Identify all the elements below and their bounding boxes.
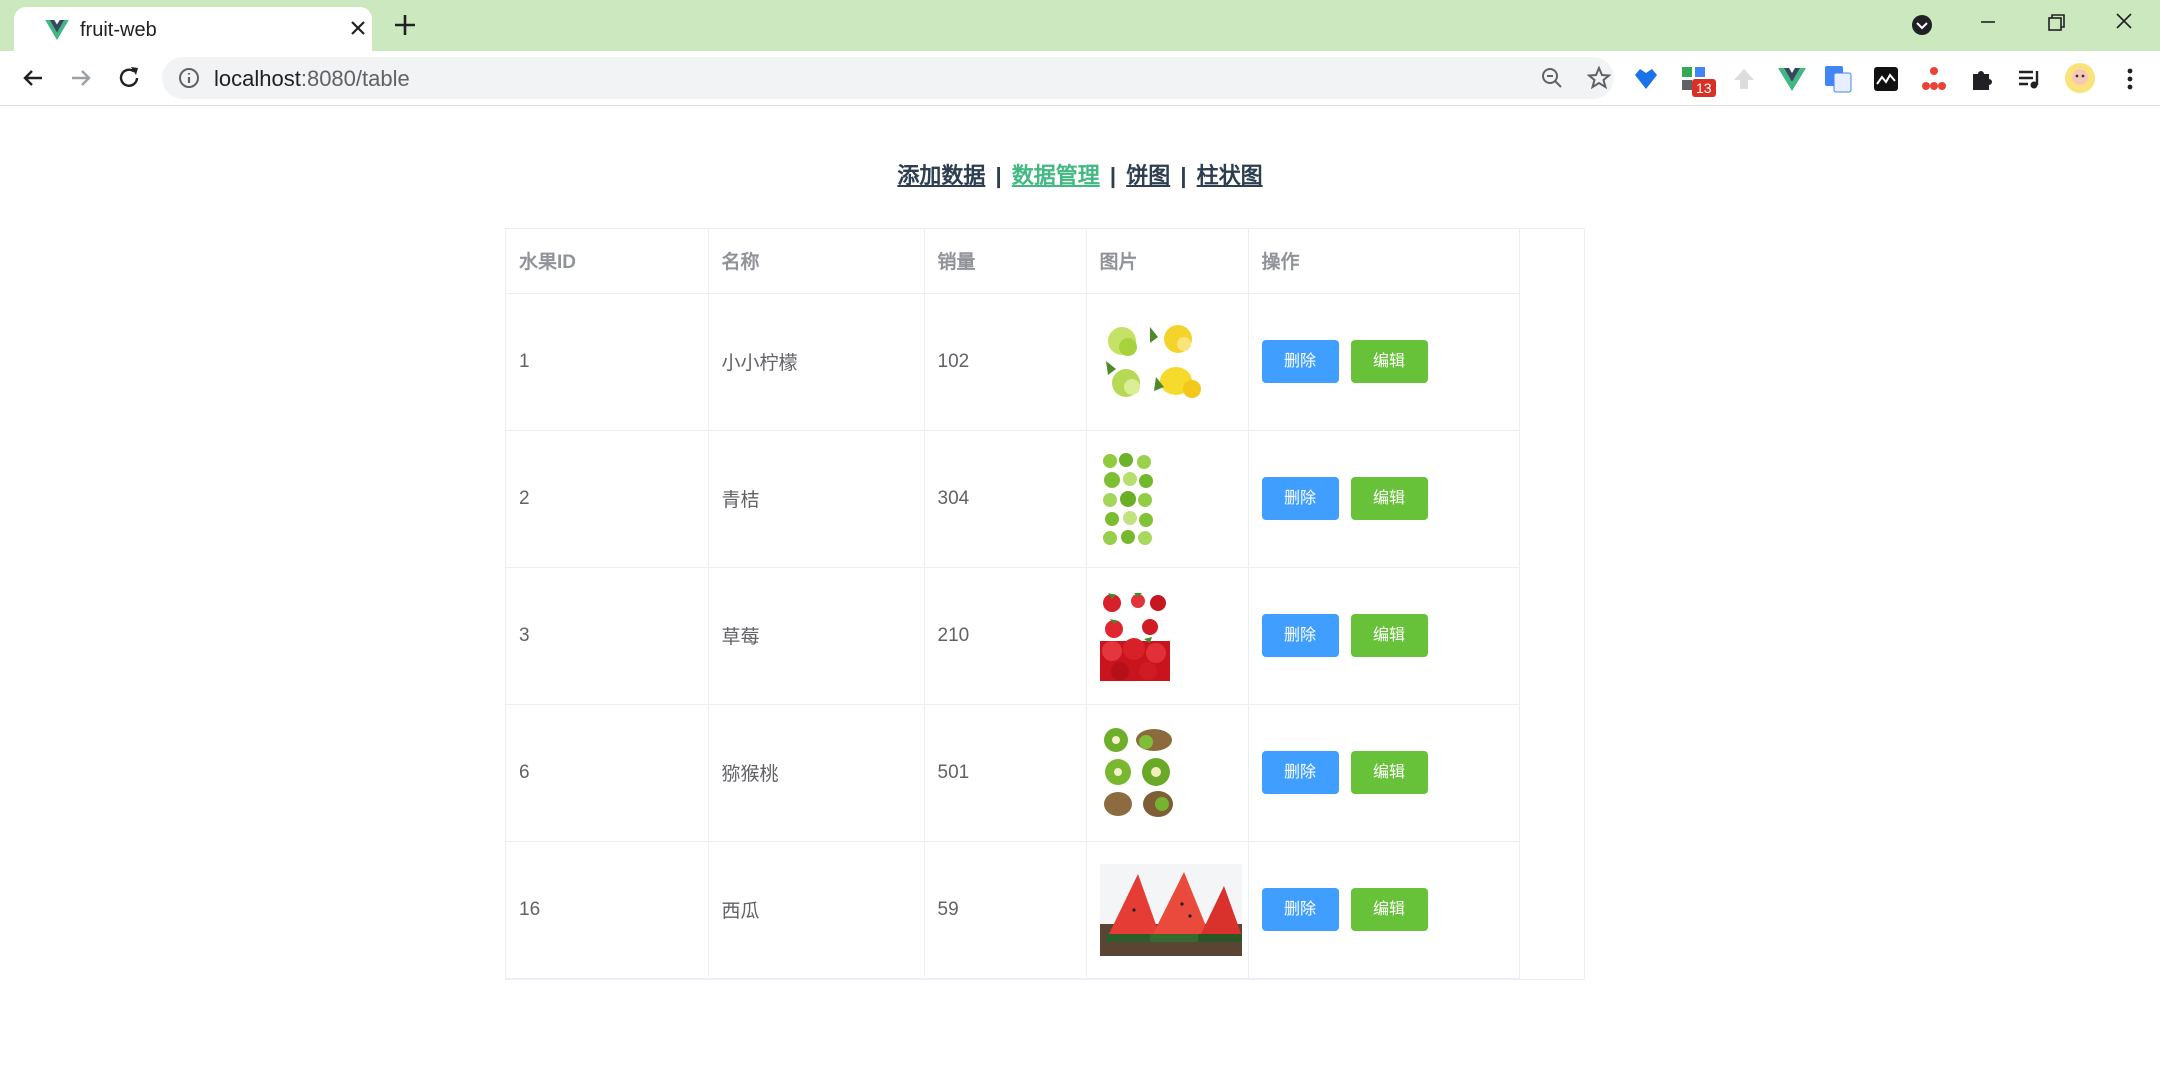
extension-chart-icon[interactable] (1872, 65, 1900, 93)
restore-icon[interactable] (2036, 8, 2076, 38)
cell-sales: 102 (924, 293, 1087, 431)
edit-button[interactable]: 编辑 (1350, 340, 1428, 383)
media-control-icon[interactable] (2016, 65, 2044, 93)
edit-button[interactable]: 编辑 (1350, 614, 1428, 657)
table-row: 16 西瓜 59 删除 编辑 (506, 841, 1520, 979)
site-info-icon[interactable] (178, 67, 200, 89)
tab-search-icon[interactable] (1902, 8, 1942, 38)
column-header-name: 名称 (708, 229, 925, 294)
bookmark-star-icon[interactable] (1587, 66, 1611, 90)
delete-button[interactable]: 删除 (1261, 340, 1339, 383)
extension-apps-icon[interactable]: 13 (1680, 65, 1716, 97)
cell-image (1086, 704, 1249, 842)
cell-id: 2 (506, 430, 709, 568)
watermelon-image (1099, 863, 1242, 956)
cell-name: 青桔 (708, 430, 925, 568)
nav-separator: | (1109, 163, 1117, 188)
cell-actions: 删除 编辑 (1248, 430, 1520, 568)
table-row: 1 小小柠檬 102 删除 编辑 (506, 293, 1520, 431)
cell-image (1086, 567, 1249, 705)
lime-image (1102, 452, 1153, 545)
table-row: 3 草莓 210 删除 编辑 (506, 567, 1520, 705)
cell-sales: 501 (924, 704, 1087, 842)
cell-id: 1 (506, 293, 709, 431)
cell-id: 3 (506, 567, 709, 705)
delete-button[interactable]: 删除 (1261, 614, 1339, 657)
cell-id: 6 (506, 704, 709, 842)
cell-actions: 删除 编辑 (1248, 841, 1520, 979)
strawberry-image (1099, 592, 1170, 681)
delete-button[interactable]: 删除 (1261, 751, 1339, 794)
table-row: 2 青桔 304 删除 编辑 (506, 430, 1520, 568)
vue-devtools-icon[interactable] (1778, 65, 1806, 93)
vue-logo-icon (45, 20, 69, 40)
address-bar[interactable]: localhost:8080/table (162, 57, 1614, 99)
cell-id: 16 (506, 841, 709, 979)
browser-menu-icon[interactable] (2116, 65, 2144, 93)
table-row: 6 猕猴桃 501 删除 编辑 (506, 704, 1520, 842)
cell-sales: 304 (924, 430, 1087, 568)
column-header-image: 图片 (1086, 229, 1249, 294)
table-header-row: 水果ID 名称 销量 图片 操作 (506, 229, 1520, 294)
cell-name: 小小柠檬 (708, 293, 925, 431)
extension-upload-icon[interactable] (1730, 65, 1758, 93)
cell-image (1086, 430, 1249, 568)
column-header-id: 水果ID (506, 229, 709, 294)
nav-link-add-data[interactable]: 添加数据 (897, 163, 985, 188)
nav-link-data-management[interactable]: 数据管理 (1012, 163, 1100, 188)
url-path: :8080/table (300, 66, 410, 91)
fruit-table: 水果ID 名称 销量 图片 操作 1 小小柠檬 102 删除 编辑 2 青桔 3… (505, 228, 1585, 980)
nav-link-pie-chart[interactable]: 饼图 (1126, 163, 1170, 188)
cell-sales: 210 (924, 567, 1087, 705)
nav-separator: | (1180, 163, 1187, 188)
nav-link-bar-chart[interactable]: 柱状图 (1197, 163, 1263, 188)
close-tab-icon[interactable] (347, 17, 369, 39)
cell-name: 猕猴桃 (708, 704, 925, 842)
edit-button[interactable]: 编辑 (1350, 477, 1428, 520)
cell-name: 草莓 (708, 567, 925, 705)
new-tab-icon[interactable] (392, 12, 418, 38)
extension-badge: 13 (1692, 79, 1716, 97)
top-nav: 添加数据 | 数据管理 | 饼图 | 柱状图 (0, 158, 2160, 190)
reload-icon[interactable] (114, 63, 144, 93)
cell-actions: 删除 编辑 (1248, 293, 1520, 431)
extension-network-icon[interactable] (1920, 65, 1948, 93)
back-icon[interactable] (18, 63, 48, 93)
cell-actions: 删除 编辑 (1248, 567, 1520, 705)
edit-button[interactable]: 编辑 (1350, 751, 1428, 794)
extension-heart-icon[interactable] (1632, 65, 1660, 93)
delete-button[interactable]: 删除 (1261, 888, 1339, 931)
nav-separator: | (995, 163, 1002, 188)
column-header-sales: 销量 (924, 229, 1087, 294)
kiwi-image (1103, 727, 1173, 817)
minimize-icon[interactable] (1968, 8, 2008, 38)
column-header-actions: 操作 (1248, 229, 1520, 294)
lemon-image (1105, 324, 1201, 398)
cell-actions: 删除 编辑 (1248, 704, 1520, 842)
browser-tab-strip: fruit-web (0, 0, 2160, 51)
cell-name: 西瓜 (708, 841, 925, 979)
url-text: localhost:8080/table (214, 66, 410, 92)
cell-image (1086, 293, 1249, 431)
tab-title: fruit-web (80, 19, 157, 41)
zoom-icon[interactable] (1540, 66, 1564, 90)
url-host: localhost (214, 66, 301, 91)
forward-icon[interactable] (66, 63, 96, 93)
extensions-puzzle-icon[interactable] (1968, 65, 1996, 93)
cell-sales: 59 (924, 841, 1087, 979)
delete-button[interactable]: 删除 (1261, 477, 1339, 520)
profile-avatar[interactable] (2064, 62, 2096, 94)
cell-image (1086, 841, 1249, 979)
browser-toolbar: localhost:8080/table 13 (0, 51, 2160, 106)
translate-icon[interactable] (1824, 65, 1852, 93)
browser-tab[interactable]: fruit-web (14, 7, 372, 51)
close-window-icon[interactable] (2104, 8, 2144, 38)
fruit-data-table: 水果ID 名称 销量 图片 操作 1 小小柠檬 102 删除 编辑 2 青桔 3… (506, 229, 1520, 979)
edit-button[interactable]: 编辑 (1350, 888, 1428, 931)
